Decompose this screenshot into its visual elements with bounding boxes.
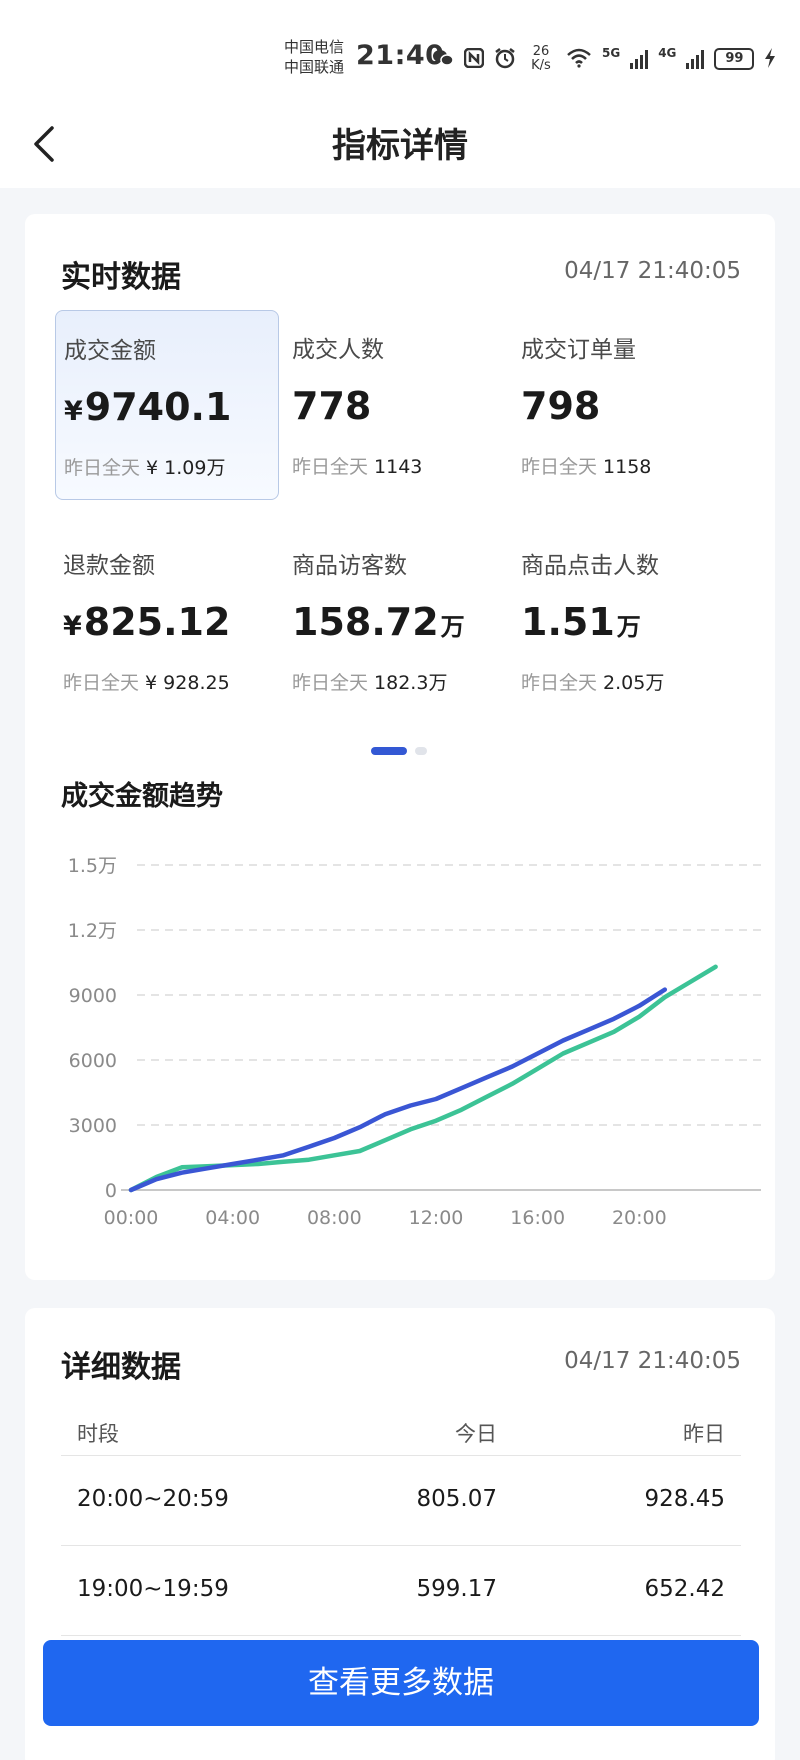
column-period: 时段 (77, 1422, 119, 1446)
alarm-icon (494, 47, 516, 72)
row-period: 20:00~20:59 (77, 1486, 229, 1512)
navigation-bar: 指标详情 (0, 100, 800, 188)
today-series-line (128, 987, 668, 1193)
row-yesterday: 928.45 (644, 1486, 725, 1512)
y-tick-label: 1.2万 (68, 920, 117, 942)
y-tick-label: 6000 (69, 1050, 117, 1072)
status-bar: 中国电信 中国联通 21:40 26 K/s 5G 4G 99 (0, 0, 800, 100)
wifi-icon (566, 48, 592, 71)
carrier-info: 中国电信 中国联通 (284, 37, 344, 77)
yesterday-series-line (128, 964, 718, 1193)
battery-indicator: 99 (714, 48, 755, 70)
row-today: 599.17 (416, 1576, 497, 1602)
x-tick-label: 12:00 (409, 1207, 464, 1229)
charging-icon (764, 47, 776, 71)
column-yesterday: 昨日 (683, 1422, 725, 1446)
wechat-icon (432, 48, 454, 71)
page-title: 指标详情 (332, 126, 468, 166)
table-header: 时段 今日 昨日 (61, 1408, 741, 1456)
carrier-2: 中国联通 (284, 58, 345, 76)
network-5g-label: 5G (602, 46, 621, 60)
network-4g-label: 4G (658, 46, 677, 60)
carrier-1: 中国电信 (284, 38, 345, 56)
y-tick-label: 3000 (69, 1115, 117, 1137)
view-more-button[interactable]: 查看更多数据 (43, 1640, 759, 1726)
detail-timestamp: 04/17 21:40:05 (564, 1348, 741, 1374)
row-yesterday: 652.42 (644, 1576, 725, 1602)
detail-title: 详细数据 (61, 1350, 181, 1385)
x-tick-label: 20:00 (612, 1207, 667, 1229)
speed-unit: K/s (531, 58, 551, 73)
table-row: 19:00~19:59 599.17 652.42 (61, 1546, 741, 1636)
realtime-card: 实时数据 04/17 21:40:05 成交金额 ¥9740.1 昨日全天 ¥ 1.… (25, 214, 775, 1280)
nfc-icon (463, 47, 485, 71)
y-tick-label: 0 (105, 1180, 117, 1202)
column-today: 今日 (455, 1422, 497, 1446)
status-icons: 26 K/s 5G 4G 99 (432, 44, 776, 74)
signal-icon-2 (686, 49, 705, 69)
trend-chart: 0 3000 6000 9000 1.2万 1.5万 00:00 04:00 08:00 12:0… (68, 855, 761, 1229)
speed-value: 26 (532, 44, 550, 59)
x-tick-label: 08:00 (307, 1207, 362, 1229)
y-tick-label: 1.5万 (68, 855, 117, 877)
x-tick-label: 04:00 (205, 1207, 260, 1229)
x-tick-label: 16:00 (510, 1207, 565, 1229)
row-period: 19:00~19:59 (77, 1576, 229, 1602)
signal-icon (630, 49, 649, 69)
row-today: 805.07 (416, 1486, 497, 1512)
table-row: 20:00~20:59 805.07 928.45 (61, 1456, 741, 1546)
x-tick-label: 00:00 (104, 1207, 159, 1229)
y-tick-label: 9000 (69, 985, 117, 1007)
network-speed: 26 K/s (526, 45, 556, 73)
